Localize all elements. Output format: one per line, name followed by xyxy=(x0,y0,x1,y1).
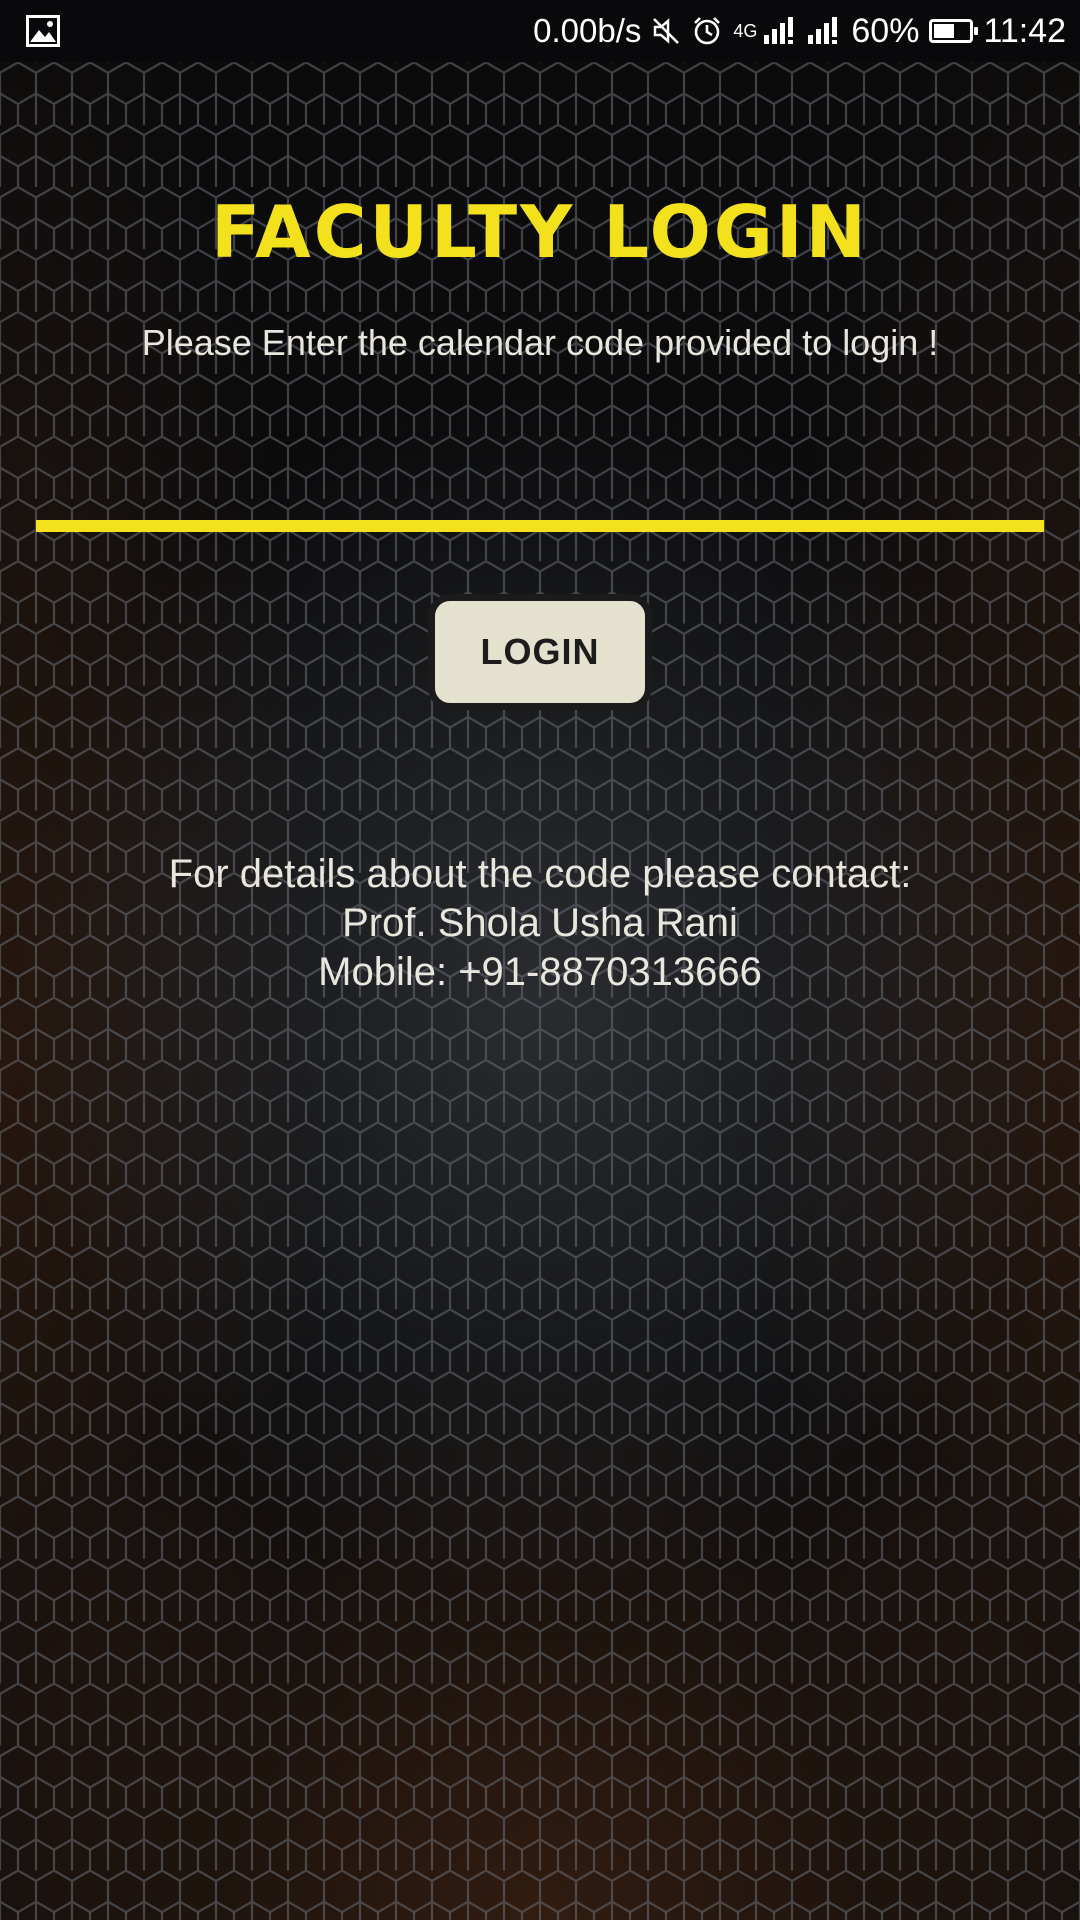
page-title: FACULTY LOGIN xyxy=(211,190,869,274)
mute-icon xyxy=(651,16,681,46)
signal-icon xyxy=(763,17,797,45)
contact-mobile: Mobile: +91-8870313666 xyxy=(318,950,762,994)
clock: 11:42 xyxy=(983,11,1066,50)
login-instruction: Please Enter the calendar code provided … xyxy=(141,322,939,363)
network-speed: 0.00b/s xyxy=(533,12,642,49)
alarm-icon xyxy=(691,15,723,47)
battery-icon xyxy=(929,19,979,43)
contact-info: For details about the code please contac… xyxy=(0,850,1080,997)
contact-line: For details about the code please contac… xyxy=(168,852,912,896)
signal-icon xyxy=(807,17,841,45)
network-type: 4G xyxy=(733,20,758,41)
contact-name: Prof. Shola Usha Rani xyxy=(342,901,738,945)
battery-percent: 60% xyxy=(851,11,920,50)
status-bar: 0.00b/s 4G 60% 11:42 xyxy=(0,0,1080,62)
image-notification-icon xyxy=(26,15,60,52)
login-button[interactable]: LOGIN xyxy=(428,594,652,710)
calendar-code-input[interactable] xyxy=(36,400,1044,532)
